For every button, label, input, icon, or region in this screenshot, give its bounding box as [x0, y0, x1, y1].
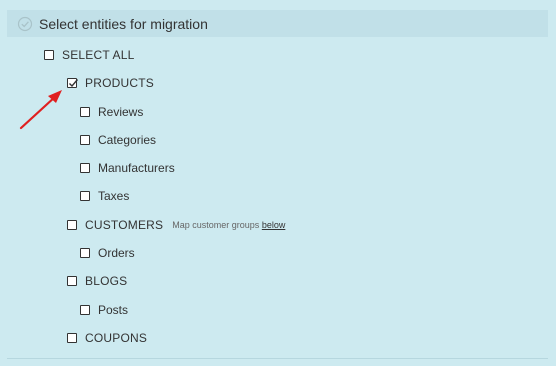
customer-groups-below-link[interactable]: below: [262, 220, 286, 230]
customer-groups-hint-text: Map customer groups: [172, 220, 260, 230]
bottom-divider: [7, 358, 548, 359]
reviews-row[interactable]: Reviews: [80, 102, 143, 122]
categories-row[interactable]: Categories: [80, 130, 156, 150]
orders-row[interactable]: Orders: [80, 243, 135, 263]
posts-checkbox[interactable]: [80, 305, 90, 315]
products-label: PRODUCTS: [85, 76, 154, 90]
reviews-label: Reviews: [98, 105, 144, 119]
select-all-label: SELECT ALL: [62, 48, 135, 62]
products-row[interactable]: PRODUCTS: [67, 73, 154, 93]
manufacturers-label: Manufacturers: [98, 161, 175, 175]
taxes-row[interactable]: Taxes: [80, 186, 129, 206]
customers-checkbox[interactable]: [67, 220, 77, 230]
customers-label: CUSTOMERS: [85, 218, 164, 232]
posts-label: Posts: [98, 303, 129, 317]
checkmark-icon: [69, 79, 79, 88]
reviews-checkbox[interactable]: [80, 107, 90, 117]
customer-groups-hint: Map customer groups below: [172, 220, 285, 230]
taxes-label: Taxes: [98, 189, 130, 203]
panel-title: Select entities for migration: [39, 15, 208, 32]
blogs-label: BLOGS: [85, 274, 128, 288]
taxes-checkbox[interactable]: [80, 191, 90, 201]
orders-checkbox[interactable]: [80, 248, 90, 258]
select-all-checkbox[interactable]: [44, 50, 54, 60]
categories-checkbox[interactable]: [80, 135, 90, 145]
red-arrow-annotation: [19, 90, 62, 130]
blogs-checkbox[interactable]: [67, 276, 77, 286]
blogs-row[interactable]: BLOGS: [67, 271, 127, 291]
coupons-checkbox[interactable]: [67, 333, 77, 343]
check-circle-icon: [17, 16, 33, 32]
panel-header[interactable]: Select entities for migration: [7, 10, 548, 37]
manufacturers-row[interactable]: Manufacturers: [80, 158, 175, 178]
coupons-label: COUPONS: [85, 331, 148, 345]
orders-label: Orders: [98, 246, 135, 260]
customers-row[interactable]: CUSTOMERS Map customer groups below: [67, 215, 285, 235]
categories-label: Categories: [98, 133, 157, 147]
select-all-row[interactable]: SELECT ALL: [44, 45, 135, 65]
posts-row[interactable]: Posts: [80, 300, 128, 320]
manufacturers-checkbox[interactable]: [80, 163, 90, 173]
coupons-row[interactable]: COUPONS: [67, 328, 147, 348]
products-checkbox[interactable]: [67, 78, 79, 88]
